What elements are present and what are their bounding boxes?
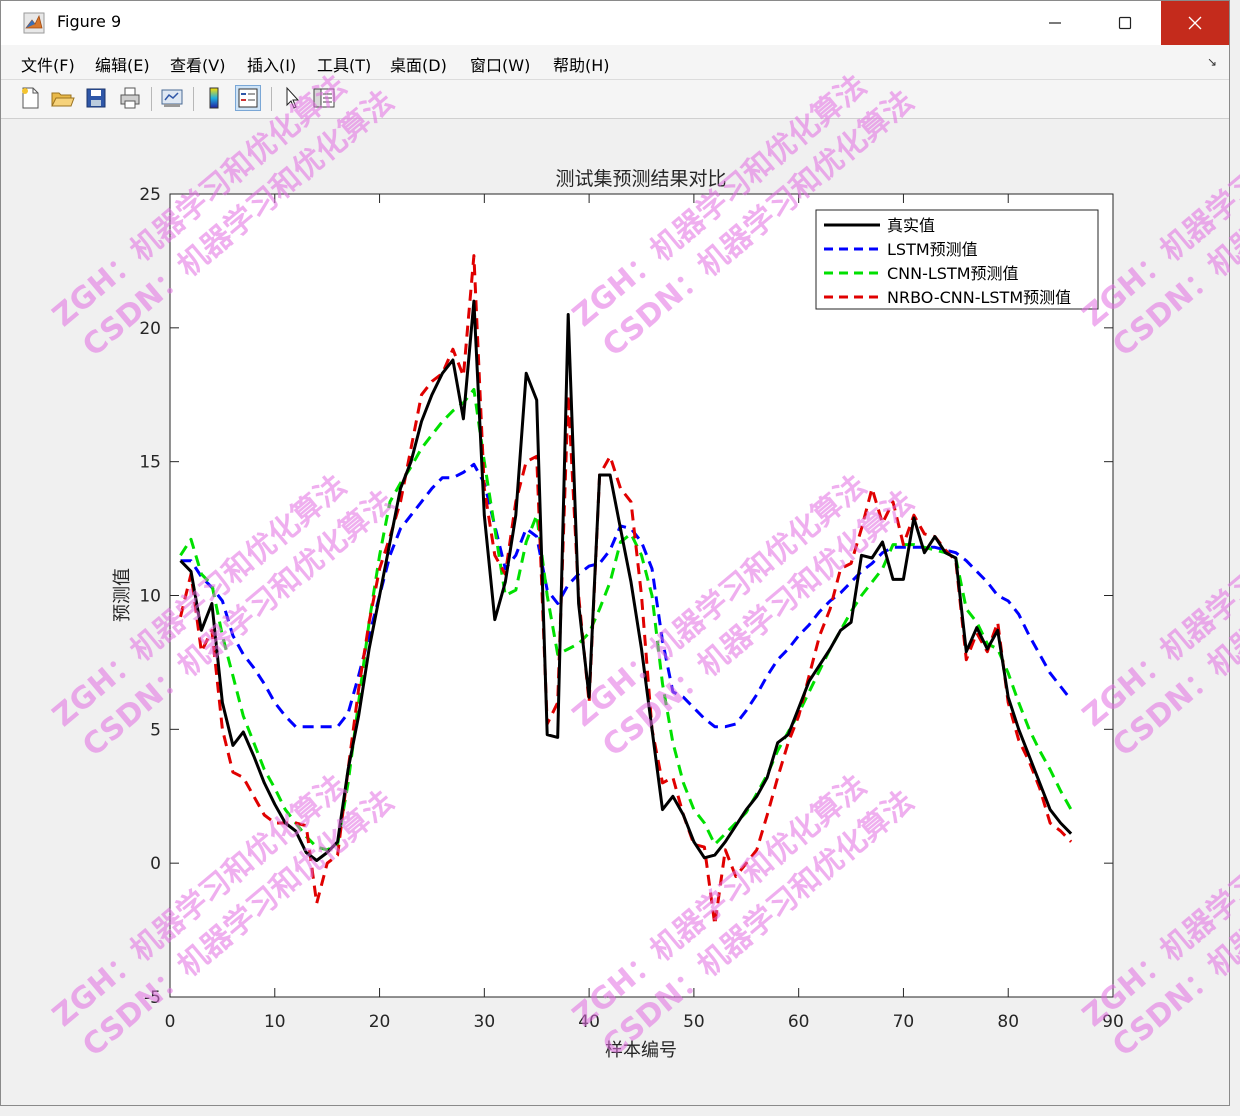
legend-label-nrbo-cnn-lstm: NRBO-CNN-LSTM预测值 (887, 288, 1071, 307)
y-tick-label: 0 (150, 854, 161, 874)
y-tick-label: 20 (139, 319, 161, 339)
x-tick-label: 80 (997, 1012, 1019, 1032)
x-tick-label: 70 (893, 1012, 915, 1032)
y-tick-label: -5 (144, 988, 161, 1008)
x-tick-label: 60 (788, 1012, 810, 1032)
legend-label-actual: 真实值 (887, 216, 935, 235)
y-tick-label: 15 (139, 453, 161, 473)
x-tick-label: 10 (264, 1012, 286, 1032)
legend-label-lstm: LSTM预测值 (887, 240, 978, 259)
x-tick-label: 30 (474, 1012, 496, 1032)
y-tick-label: 10 (139, 587, 161, 607)
legend-label-cnn-lstm: CNN-LSTM预测值 (887, 264, 1019, 283)
x-axis-label: 样本编号 (605, 1040, 677, 1061)
x-tick-label: 50 (683, 1012, 705, 1032)
y-axis-label: 预测值 (112, 568, 133, 622)
legend[interactable]: 真实值 LSTM预测值 CNN-LSTM预测值 NRBO-CNN-LSTM预测值 (815, 209, 1099, 310)
y-tick-label: 25 (139, 185, 161, 205)
x-tick-label: 0 (165, 1012, 176, 1032)
figure-window: Figure 9 文件(F) 编辑(E) 查看(V) 插入(I) 工具(T) 桌… (0, 0, 1240, 1106)
chart-title: 测试集预测结果对比 (555, 168, 726, 190)
x-tick-label: 40 (578, 1012, 600, 1032)
x-tick-label: 90 (1102, 1012, 1124, 1032)
chart: 0 10 20 30 40 50 60 70 80 90-50510152025 测试集预测结果对… (112, 168, 1124, 1061)
y-tick-label: 5 (150, 720, 161, 740)
x-tick-label: 20 (369, 1012, 391, 1032)
